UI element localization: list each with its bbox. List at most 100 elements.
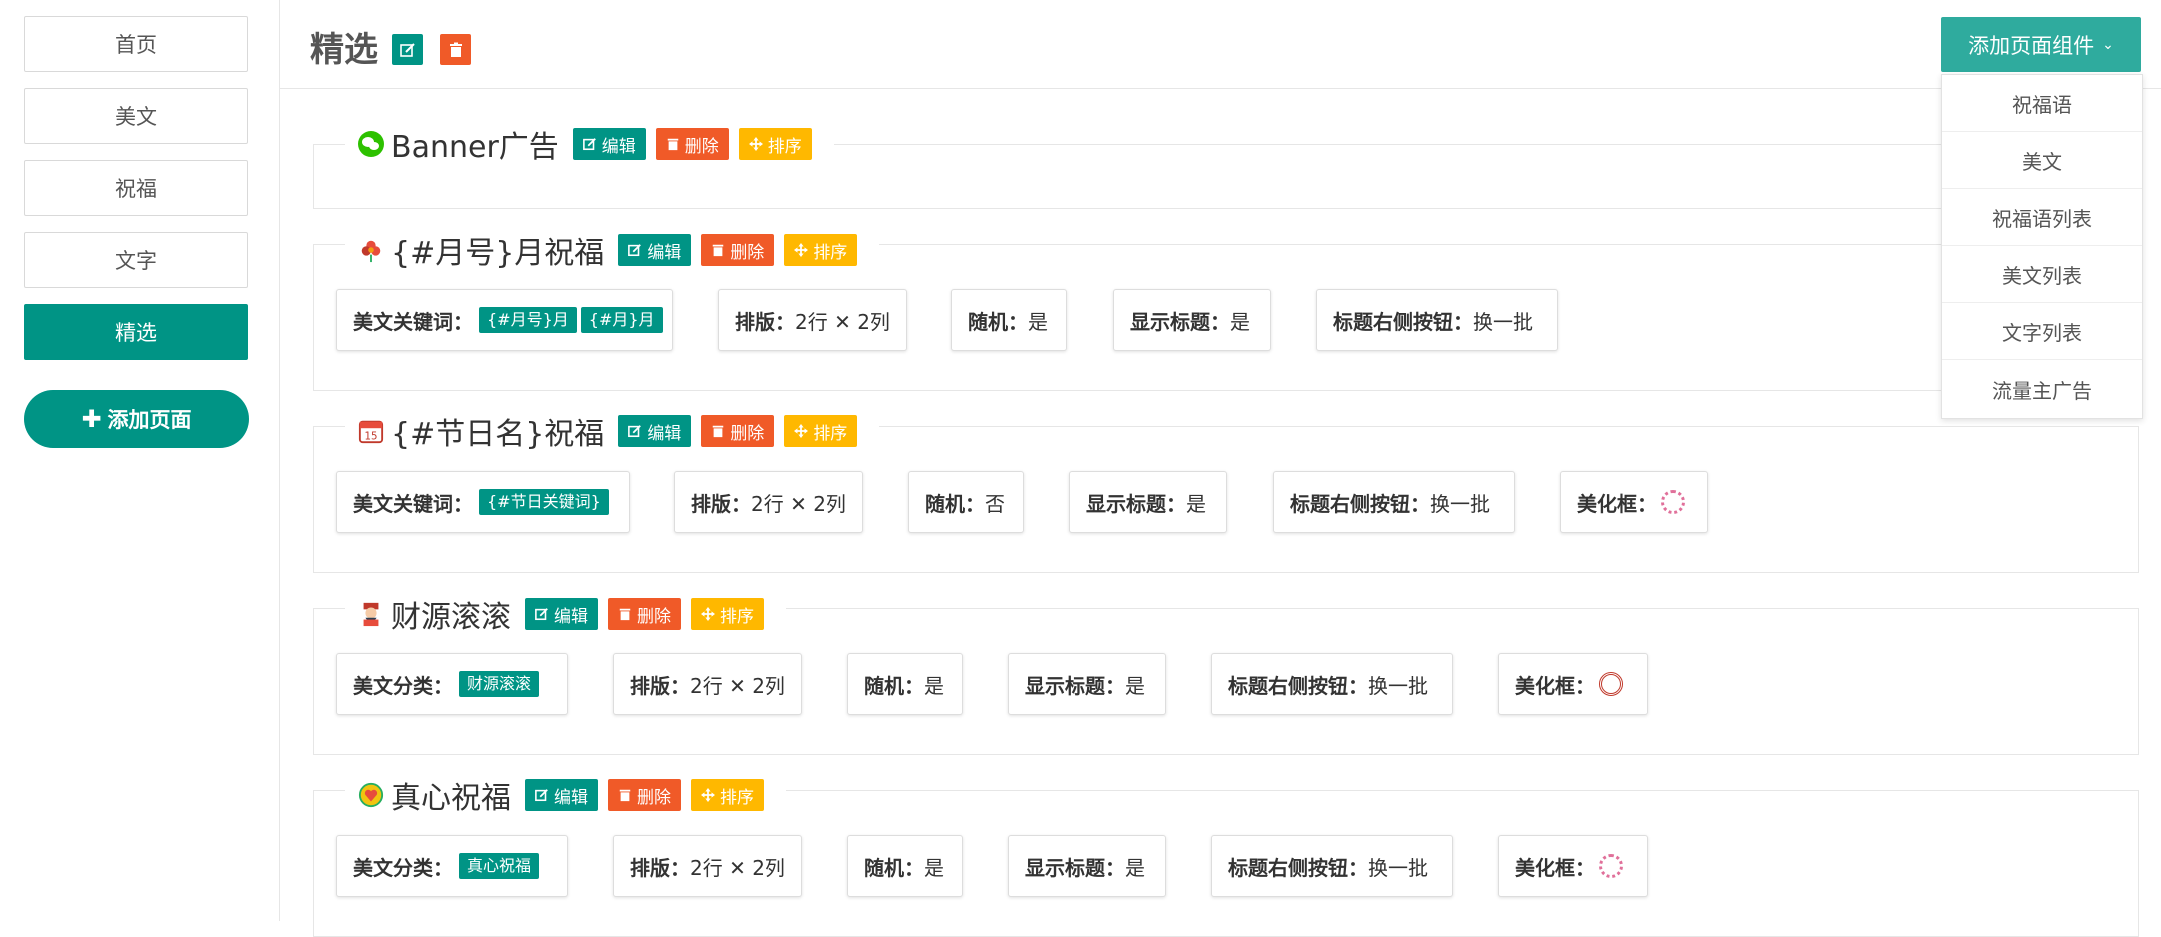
sidebar: 首页 美文 祝福 文字 精选 ✚ 添加页面 bbox=[0, 0, 280, 921]
fortune-god-icon bbox=[357, 600, 385, 628]
trash-icon bbox=[713, 425, 724, 438]
section-header: 财源滚滚 编辑 删除 排序 bbox=[345, 594, 786, 635]
layout-card: 排版： 2行 ✕ 2列 bbox=[613, 835, 802, 897]
random-card: 随机：是 bbox=[847, 653, 963, 715]
edit-button[interactable]: 编辑 bbox=[618, 234, 692, 266]
section-title: Banner广告 bbox=[391, 130, 559, 165]
sort-button[interactable]: 排序 bbox=[784, 234, 858, 266]
calendar-icon: 15 bbox=[357, 417, 385, 445]
move-icon bbox=[794, 243, 809, 257]
edit-button[interactable]: 编辑 bbox=[525, 598, 598, 630]
show-title-card: 显示标题：是 bbox=[1008, 653, 1166, 715]
move-icon bbox=[701, 788, 715, 802]
flower-icon bbox=[357, 236, 385, 264]
right-button-card: 标题右侧按钮： 换一批 bbox=[1211, 835, 1453, 897]
keyword-chip: {#月}月 bbox=[580, 307, 663, 333]
edit-button[interactable]: 编辑 bbox=[525, 779, 598, 811]
category-chip: 财源滚滚 bbox=[459, 671, 540, 697]
add-component-label: 添加页面组件 bbox=[1968, 33, 2095, 58]
section-header: 真心祝福 编辑 删除 排序 bbox=[345, 775, 786, 816]
flower-ring-icon bbox=[1661, 490, 1685, 514]
section-title: {#节日名}祝福 bbox=[391, 417, 605, 452]
plus-icon: ✚ bbox=[81, 405, 102, 433]
wechat-icon bbox=[357, 130, 385, 158]
right-button-card: 标题右侧按钮： 换一批 bbox=[1273, 471, 1515, 533]
edit-icon bbox=[535, 608, 548, 621]
edit-button[interactable]: 编辑 bbox=[572, 128, 646, 160]
page-header: 精选 bbox=[280, 0, 2161, 89]
random-card: 随机：是 bbox=[847, 835, 963, 897]
move-icon bbox=[748, 137, 763, 151]
edit-icon bbox=[399, 42, 415, 57]
show-title-card: 显示标题：是 bbox=[1008, 835, 1166, 897]
frame-card: 美化框： bbox=[1560, 471, 1708, 533]
trash-icon bbox=[619, 789, 631, 802]
delete-button[interactable]: 删除 bbox=[608, 779, 681, 811]
category-card: 美文分类： 真心祝福 bbox=[336, 835, 568, 897]
dropdown-item-blessing[interactable]: 祝福语 bbox=[1942, 75, 2142, 132]
delete-button[interactable]: 删除 bbox=[608, 598, 681, 630]
edit-button[interactable]: 编辑 bbox=[618, 415, 692, 447]
keyword-chip: {#节日关键词} bbox=[479, 489, 609, 515]
right-button-card: 标题右侧按钮： 换一批 bbox=[1211, 653, 1453, 715]
component-dropdown-menu: 祝福语 美文 祝福语列表 美文列表 文字列表 流量主广告 bbox=[1941, 74, 2143, 419]
dropdown-item-article[interactable]: 美文 bbox=[1942, 132, 2142, 189]
sidebar-item-home[interactable]: 首页 bbox=[24, 16, 248, 72]
section-header: 15 {#节日名}祝福 编辑 删除 排序 bbox=[345, 411, 880, 452]
section-header: {#月号}月祝福 编辑 删除 排序 bbox=[345, 230, 880, 271]
sidebar-item-articles[interactable]: 美文 bbox=[24, 88, 248, 144]
ring-frame-icon bbox=[1599, 672, 1623, 696]
edit-icon bbox=[582, 138, 596, 151]
move-icon bbox=[701, 607, 715, 621]
category-card: 美文分类： 财源滚滚 bbox=[336, 653, 568, 715]
show-title-card: 显示标题：是 bbox=[1069, 471, 1227, 533]
section-title: {#月号}月祝福 bbox=[391, 236, 605, 271]
add-page-button[interactable]: ✚ 添加页面 bbox=[24, 390, 249, 448]
sidebar-item-text[interactable]: 文字 bbox=[24, 232, 248, 288]
move-icon bbox=[794, 424, 809, 438]
sort-button[interactable]: 排序 bbox=[691, 598, 764, 630]
section-title: 真心祝福 bbox=[391, 781, 511, 816]
edit-page-button[interactable] bbox=[392, 34, 423, 65]
page-title: 精选 bbox=[310, 30, 378, 70]
sort-button[interactable]: 排序 bbox=[738, 128, 812, 160]
svg-text:15: 15 bbox=[365, 431, 378, 442]
layout-card: 排版： 2行 ✕ 2列 bbox=[613, 653, 802, 715]
category-chip: 真心祝福 bbox=[459, 853, 540, 879]
section-header: Banner广告 编辑 删除 排序 bbox=[345, 124, 834, 165]
flower-ring-icon bbox=[1599, 854, 1623, 878]
keyword-chip: {#月号}月 bbox=[479, 307, 577, 333]
trash-icon bbox=[667, 138, 679, 151]
delete-button[interactable]: 删除 bbox=[701, 415, 775, 447]
dropdown-item-text-list[interactable]: 文字列表 bbox=[1942, 303, 2142, 360]
keywords-card: 美文关键词： {#节日关键词} bbox=[336, 471, 630, 533]
layout-card: 排版： 2行 ✕ 2列 bbox=[718, 289, 907, 351]
dropdown-item-blessing-list[interactable]: 祝福语列表 bbox=[1942, 189, 2142, 246]
random-card: 随机：否 bbox=[908, 471, 1024, 533]
edit-icon bbox=[628, 425, 642, 438]
show-title-card: 显示标题：是 bbox=[1113, 289, 1271, 351]
random-card: 随机：是 bbox=[951, 289, 1067, 351]
section-title: 财源滚滚 bbox=[391, 600, 511, 635]
trash-icon bbox=[619, 608, 631, 621]
heart-icon bbox=[357, 781, 385, 809]
frame-card: 美化框： bbox=[1498, 653, 1648, 715]
delete-button[interactable]: 删除 bbox=[701, 234, 775, 266]
delete-button[interactable]: 删除 bbox=[655, 128, 729, 160]
trash-icon bbox=[713, 244, 724, 257]
sort-button[interactable]: 排序 bbox=[784, 415, 858, 447]
sidebar-item-featured[interactable]: 精选 bbox=[24, 304, 248, 360]
layout-card: 排版： 2行 ✕ 2列 bbox=[674, 471, 863, 533]
sidebar-item-blessings[interactable]: 祝福 bbox=[24, 160, 248, 216]
edit-icon bbox=[628, 244, 642, 257]
trash-icon bbox=[449, 42, 462, 57]
dropdown-item-article-list[interactable]: 美文列表 bbox=[1942, 246, 2142, 303]
delete-page-button[interactable] bbox=[440, 34, 471, 65]
add-page-label: 添加页面 bbox=[107, 408, 192, 432]
frame-card: 美化框： bbox=[1498, 835, 1648, 897]
add-component-button[interactable]: 添加页面组件 ⌄ bbox=[1941, 17, 2141, 72]
dropdown-item-ad[interactable]: 流量主广告 bbox=[1942, 360, 2142, 418]
sort-button[interactable]: 排序 bbox=[691, 779, 764, 811]
chevron-down-icon: ⌄ bbox=[2102, 36, 2114, 53]
keywords-card: 美文关键词： {#月号}月 {#月}月 bbox=[336, 289, 673, 351]
